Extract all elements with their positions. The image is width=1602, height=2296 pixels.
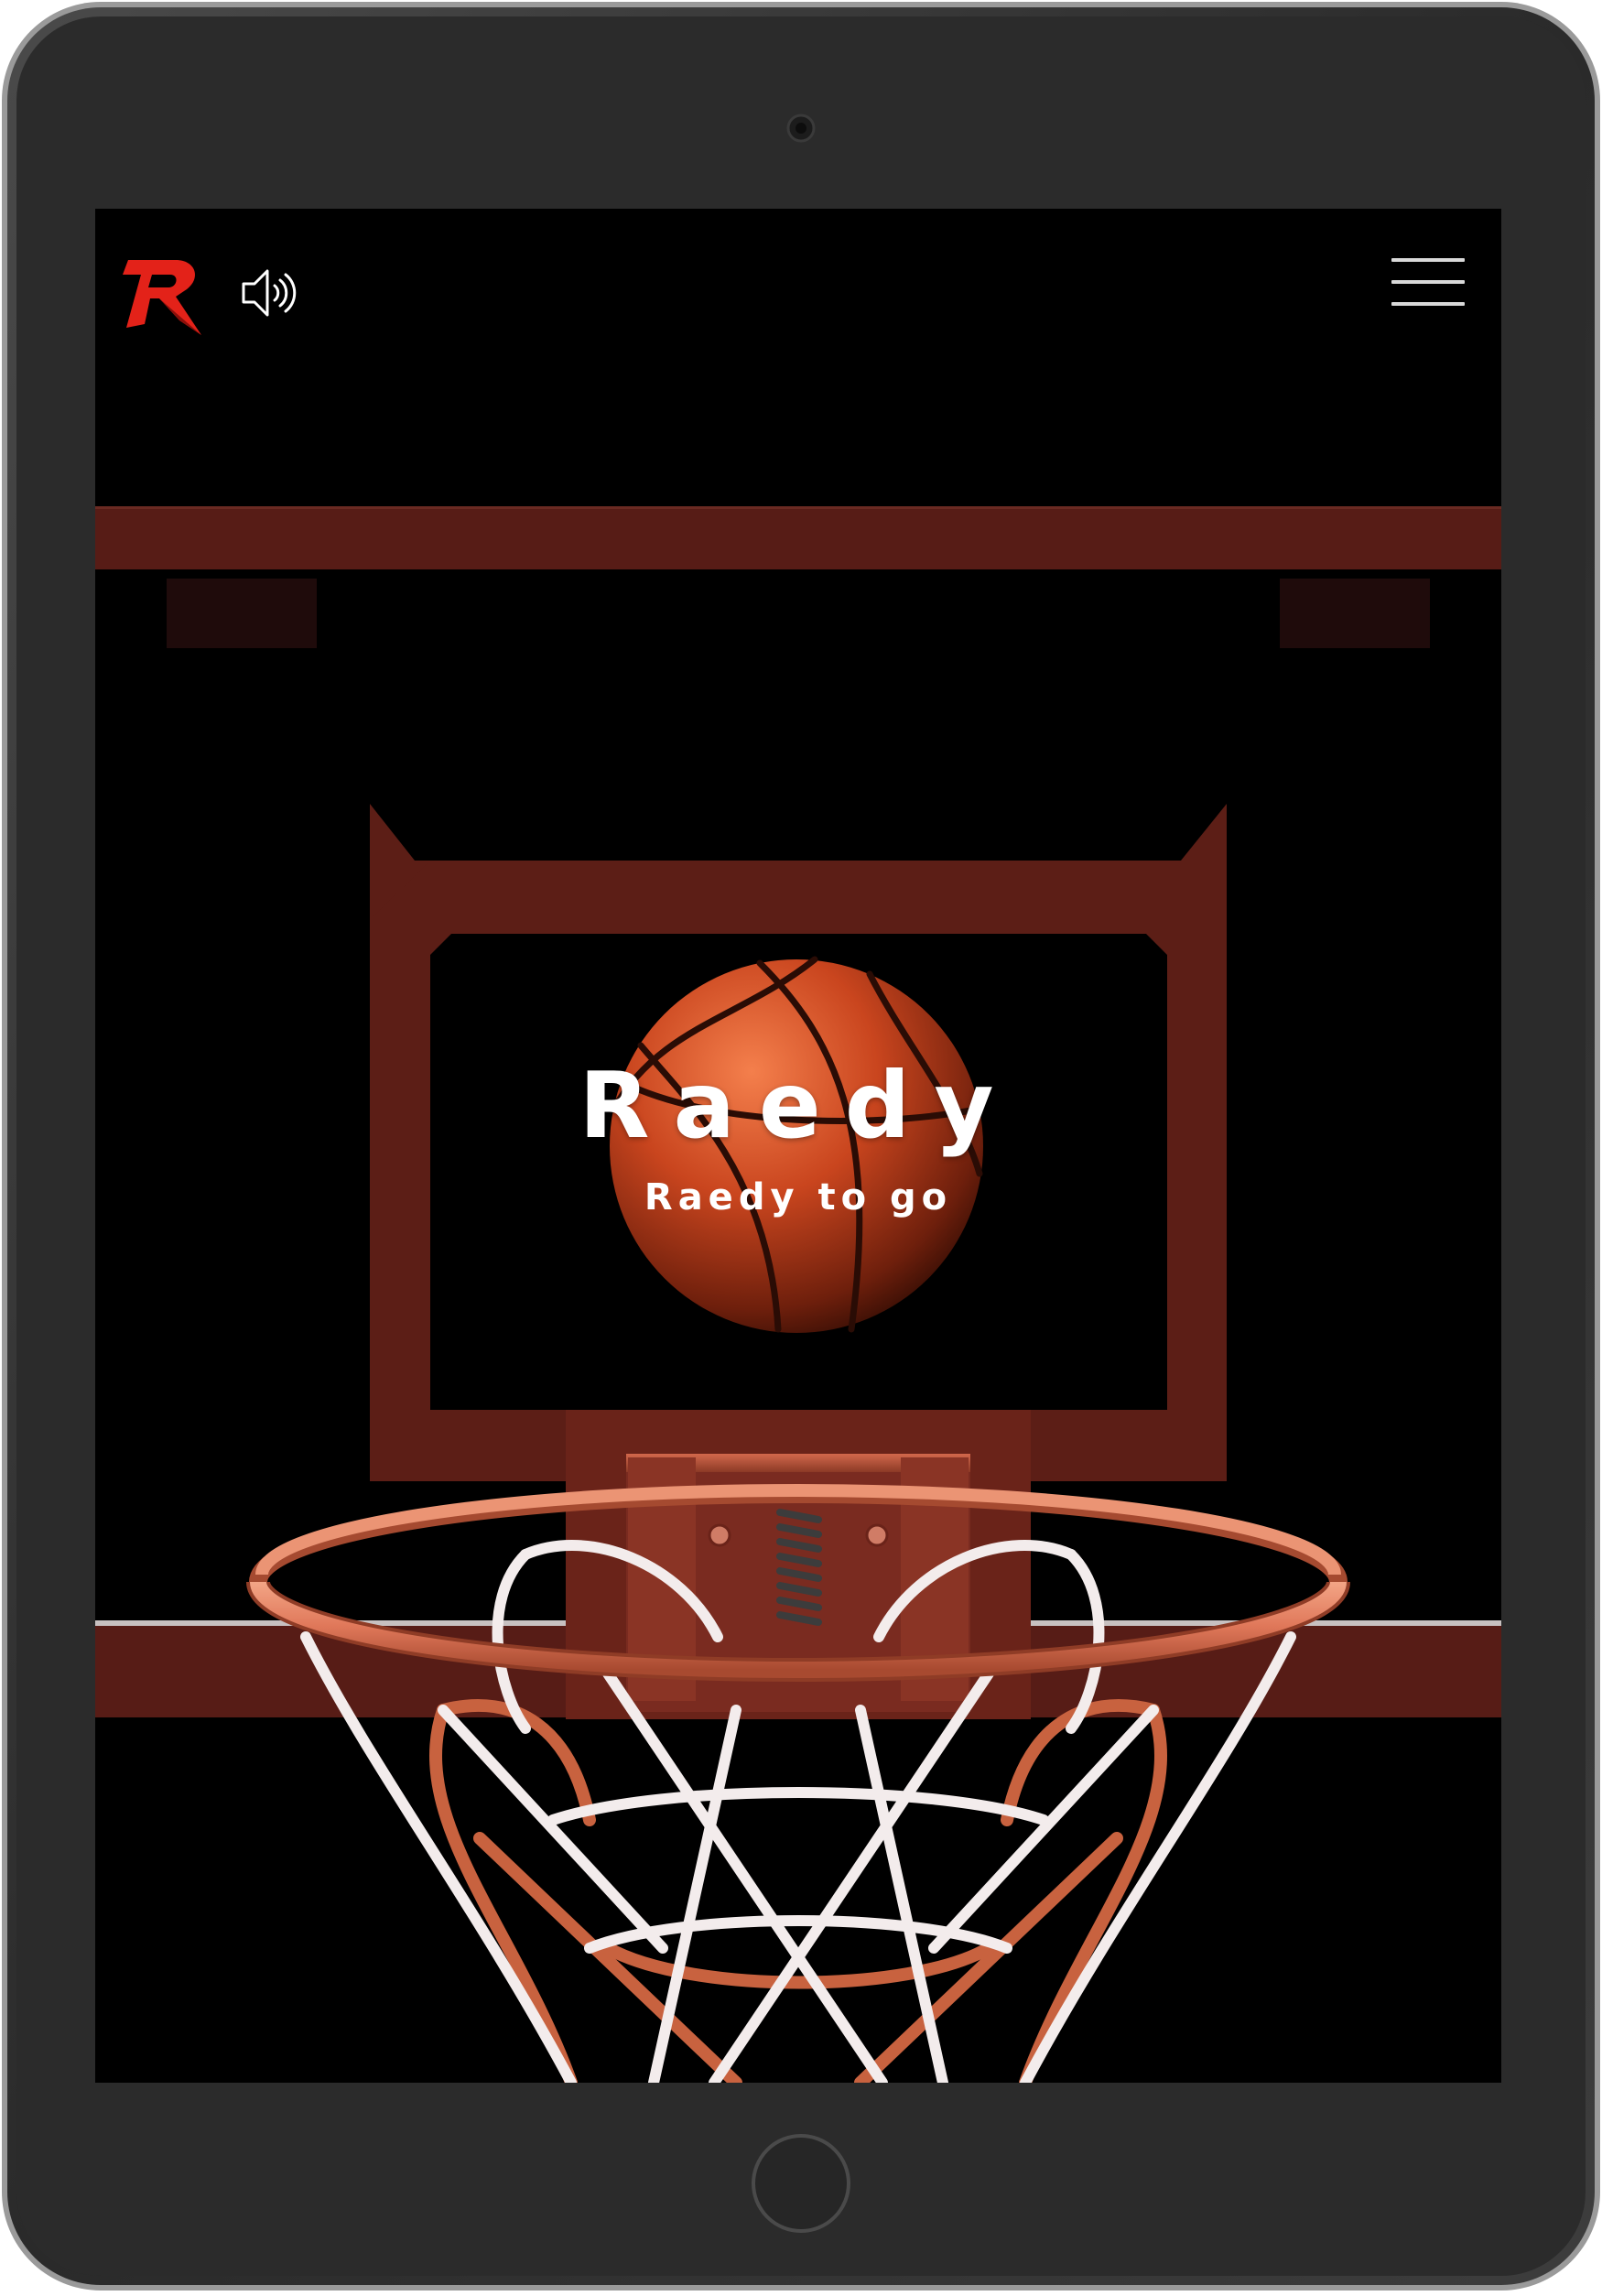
backboard-mount-left: [167, 579, 317, 648]
raedy-r-logo-icon[interactable]: [123, 247, 207, 337]
hamburger-line-icon: [1391, 258, 1465, 262]
hamburger-line-icon: [1391, 302, 1465, 306]
tablet-device: Raedy Raedy to go: [0, 0, 1602, 2292]
backboard-mount-right: [1280, 579, 1430, 648]
hamburger-line-icon: [1391, 280, 1465, 284]
speaker-volume-icon[interactable]: [240, 265, 300, 320]
hamburger-menu-button[interactable]: [1388, 253, 1468, 311]
app-screen: Raedy Raedy to go: [95, 209, 1501, 2083]
hero-subtitle: Raedy to go: [644, 1176, 953, 1218]
backboard-top-band: [95, 507, 1501, 569]
hero-title: Raedy: [579, 1052, 1018, 1159]
